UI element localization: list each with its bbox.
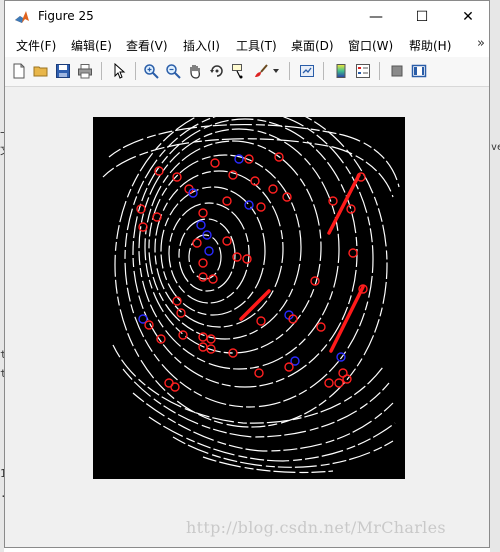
menu-edit[interactable]: 编辑(E) xyxy=(71,37,112,54)
minimize-button[interactable]: — xyxy=(353,1,399,32)
close-button[interactable]: ✕ xyxy=(445,1,491,32)
title-bar[interactable]: Figure 25 — ☐ ✕ xyxy=(5,1,489,32)
menu-overflow-icon[interactable]: » xyxy=(477,36,485,51)
data-cursor-button[interactable] xyxy=(229,61,249,81)
zoom-out-button[interactable] xyxy=(163,61,183,81)
background-fragment: ve xyxy=(491,142,500,153)
open-file-button[interactable] xyxy=(31,61,51,81)
colorbar-icon xyxy=(336,64,346,78)
zoom-out-icon xyxy=(166,64,181,79)
pan-hand-icon xyxy=(190,65,200,79)
menu-window[interactable]: 窗口(W) xyxy=(348,37,393,54)
menu-help[interactable]: 帮助(H) xyxy=(409,37,451,54)
legend-icon xyxy=(356,64,370,78)
window-title: Figure 25 xyxy=(38,9,94,23)
figure-toolbar xyxy=(5,57,489,87)
menu-file[interactable]: 文件(F) xyxy=(16,37,56,54)
toolbar-separator xyxy=(323,62,324,80)
hide-plot-tools-icon xyxy=(391,65,403,77)
maximize-icon: ☐ xyxy=(415,8,429,25)
toolbar-separator xyxy=(135,62,136,80)
dropdown-arrow-icon xyxy=(273,69,279,73)
save-icon xyxy=(56,64,70,78)
brush-icon xyxy=(255,64,268,77)
open-folder-icon xyxy=(33,66,48,77)
link-plot-icon xyxy=(300,65,314,77)
rotate-3d-icon xyxy=(210,65,223,77)
rotate-3d-button[interactable] xyxy=(207,61,227,81)
figure-window: Figure 25 — ☐ ✕ 文件(F) 编辑(E) 查看(V) 插入(I) … xyxy=(4,0,490,548)
data-cursor-icon xyxy=(232,64,243,79)
toolbar-separator xyxy=(101,62,102,80)
figure-canvas xyxy=(5,87,489,547)
brush-dropdown[interactable] xyxy=(271,61,281,81)
print-button[interactable] xyxy=(75,61,95,81)
insert-colorbar-button[interactable] xyxy=(331,61,351,81)
matlab-icon xyxy=(15,11,29,23)
fingerprint-image[interactable] xyxy=(93,102,405,479)
link-plot-button[interactable] xyxy=(297,61,317,81)
zoom-in-button[interactable] xyxy=(141,61,161,81)
menu-tools[interactable]: 工具(T) xyxy=(236,37,277,54)
minimize-icon: — xyxy=(369,8,383,25)
new-figure-icon xyxy=(13,63,25,79)
show-plot-tools-icon xyxy=(411,64,427,78)
show-plot-tools-button[interactable] xyxy=(409,61,429,81)
close-icon: ✕ xyxy=(462,8,474,25)
watermark-text: http://blog.csdn.net/MrCharles xyxy=(186,518,446,537)
zoom-in-icon xyxy=(144,64,159,79)
new-figure-button[interactable] xyxy=(9,61,29,81)
menu-insert[interactable]: 插入(I) xyxy=(183,37,220,54)
fingerprint-plot xyxy=(93,102,405,479)
pan-button[interactable] xyxy=(185,61,205,81)
toolbar-separator xyxy=(379,62,380,80)
brush-button[interactable] xyxy=(251,61,271,81)
print-icon xyxy=(78,64,92,79)
arrow-pointer-icon xyxy=(114,63,126,79)
save-button[interactable] xyxy=(53,61,73,81)
maximize-button[interactable]: ☐ xyxy=(399,1,445,32)
menu-bar: 文件(F) 编辑(E) 查看(V) 插入(I) 工具(T) 桌面(D) 窗口(W… xyxy=(5,32,489,57)
hide-plot-tools-button[interactable] xyxy=(387,61,407,81)
edit-plot-button[interactable] xyxy=(109,61,129,81)
background-right-strip xyxy=(490,0,500,552)
insert-legend-button[interactable] xyxy=(353,61,373,81)
toolbar-separator xyxy=(289,62,290,80)
menu-desktop[interactable]: 桌面(D) xyxy=(291,37,334,54)
menu-view[interactable]: 查看(V) xyxy=(126,37,168,54)
